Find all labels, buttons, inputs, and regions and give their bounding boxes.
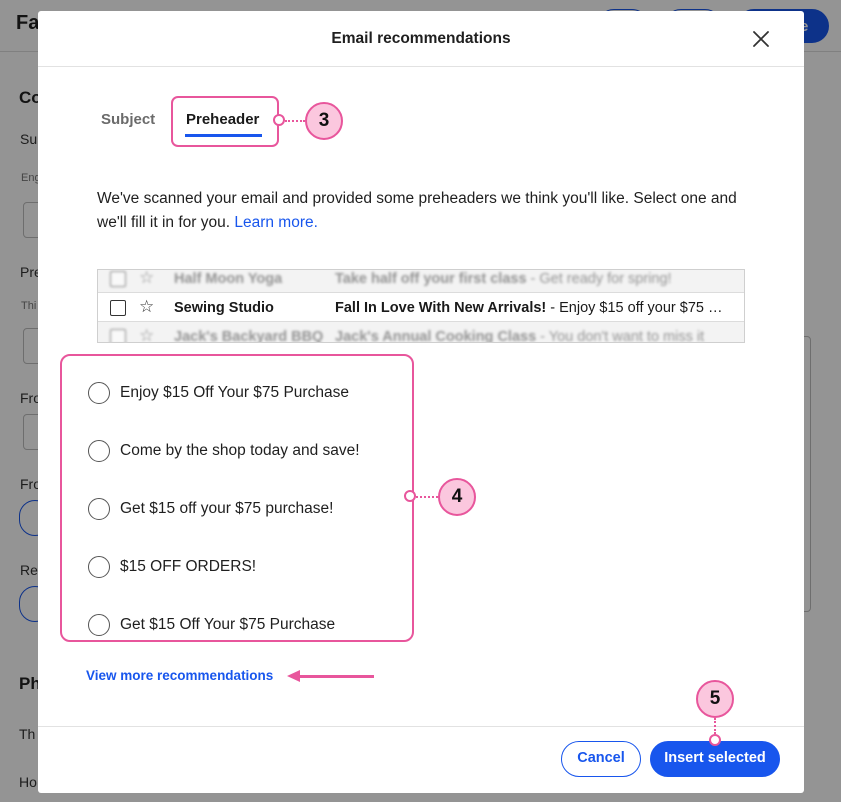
recommendation-options: Enjoy $15 Off Your $75 Purchase Come by … xyxy=(60,354,414,642)
option-label: Enjoy $15 Off Your $75 Purchase xyxy=(120,384,349,401)
radio-button[interactable] xyxy=(88,382,110,404)
description-text: We've scanned your email and provided so… xyxy=(97,190,737,231)
radio-button[interactable] xyxy=(88,440,110,462)
close-icon[interactable] xyxy=(749,27,773,51)
inbox-sender: Half Moon Yoga xyxy=(174,271,283,287)
preheader-tab-highlight xyxy=(171,96,279,147)
option-label: Get $15 off your $75 purchase! xyxy=(120,500,334,517)
callout-connector xyxy=(285,120,305,122)
step-3-badge: 3 xyxy=(305,102,343,140)
star-icon: ☆ xyxy=(139,269,155,287)
step-4-badge: 4 xyxy=(438,478,476,516)
inbox-subject-line: Jack's Annual Cooking Class - You don't … xyxy=(335,329,705,343)
star-icon: ☆ xyxy=(139,326,155,343)
email-recommendations-modal: Email recommendations Subject Preheader … xyxy=(38,11,804,793)
inbox-row: ☆ Half Moon Yoga Take half off your firs… xyxy=(98,269,744,294)
view-more-recommendations-link[interactable]: View more recommendations xyxy=(86,668,273,683)
checkbox-icon xyxy=(110,329,126,342)
checkbox-icon xyxy=(110,300,126,316)
callout-dot xyxy=(404,490,416,502)
callout-dot xyxy=(273,114,285,126)
inbox-row: ☆ Jack's Backyard BBQ Jack's Annual Cook… xyxy=(98,322,744,343)
callout-connector xyxy=(714,718,716,734)
checkbox-icon xyxy=(110,271,126,287)
option-label: Come by the shop today and save! xyxy=(120,442,360,459)
modal-title: Email recommendations xyxy=(331,30,511,47)
callout-dot xyxy=(709,734,721,746)
cancel-button[interactable]: Cancel xyxy=(561,741,641,777)
callout-connector xyxy=(416,496,438,498)
inbox-subject-line: Fall In Love With New Arrivals! - Enjoy … xyxy=(335,300,730,316)
inbox-sender: Jack's Backyard BBQ xyxy=(174,329,324,343)
radio-button[interactable] xyxy=(88,498,110,520)
learn-more-link[interactable]: Learn more. xyxy=(234,214,318,231)
inbox-preview: ☆ Half Moon Yoga Take half off your firs… xyxy=(97,269,745,343)
option-label: $15 OFF ORDERS! xyxy=(120,558,257,575)
step-5-badge: 5 xyxy=(696,680,734,718)
modal-header: Email recommendations xyxy=(38,11,804,67)
insert-selected-button[interactable]: Insert selected xyxy=(650,741,780,777)
tab-subject[interactable]: Subject xyxy=(101,111,155,128)
arrow-shaft xyxy=(298,675,374,678)
option-label: Get $15 Off Your $75 Purchase xyxy=(120,616,336,633)
radio-button[interactable] xyxy=(88,614,110,636)
star-icon: ☆ xyxy=(139,297,155,316)
inbox-sender: Sewing Studio xyxy=(174,300,274,316)
inbox-row: ☆ Sewing Studio Fall In Love With New Ar… xyxy=(98,292,744,322)
radio-button[interactable] xyxy=(88,556,110,578)
inbox-subject-line: Take half off your first class - Get rea… xyxy=(335,271,672,287)
